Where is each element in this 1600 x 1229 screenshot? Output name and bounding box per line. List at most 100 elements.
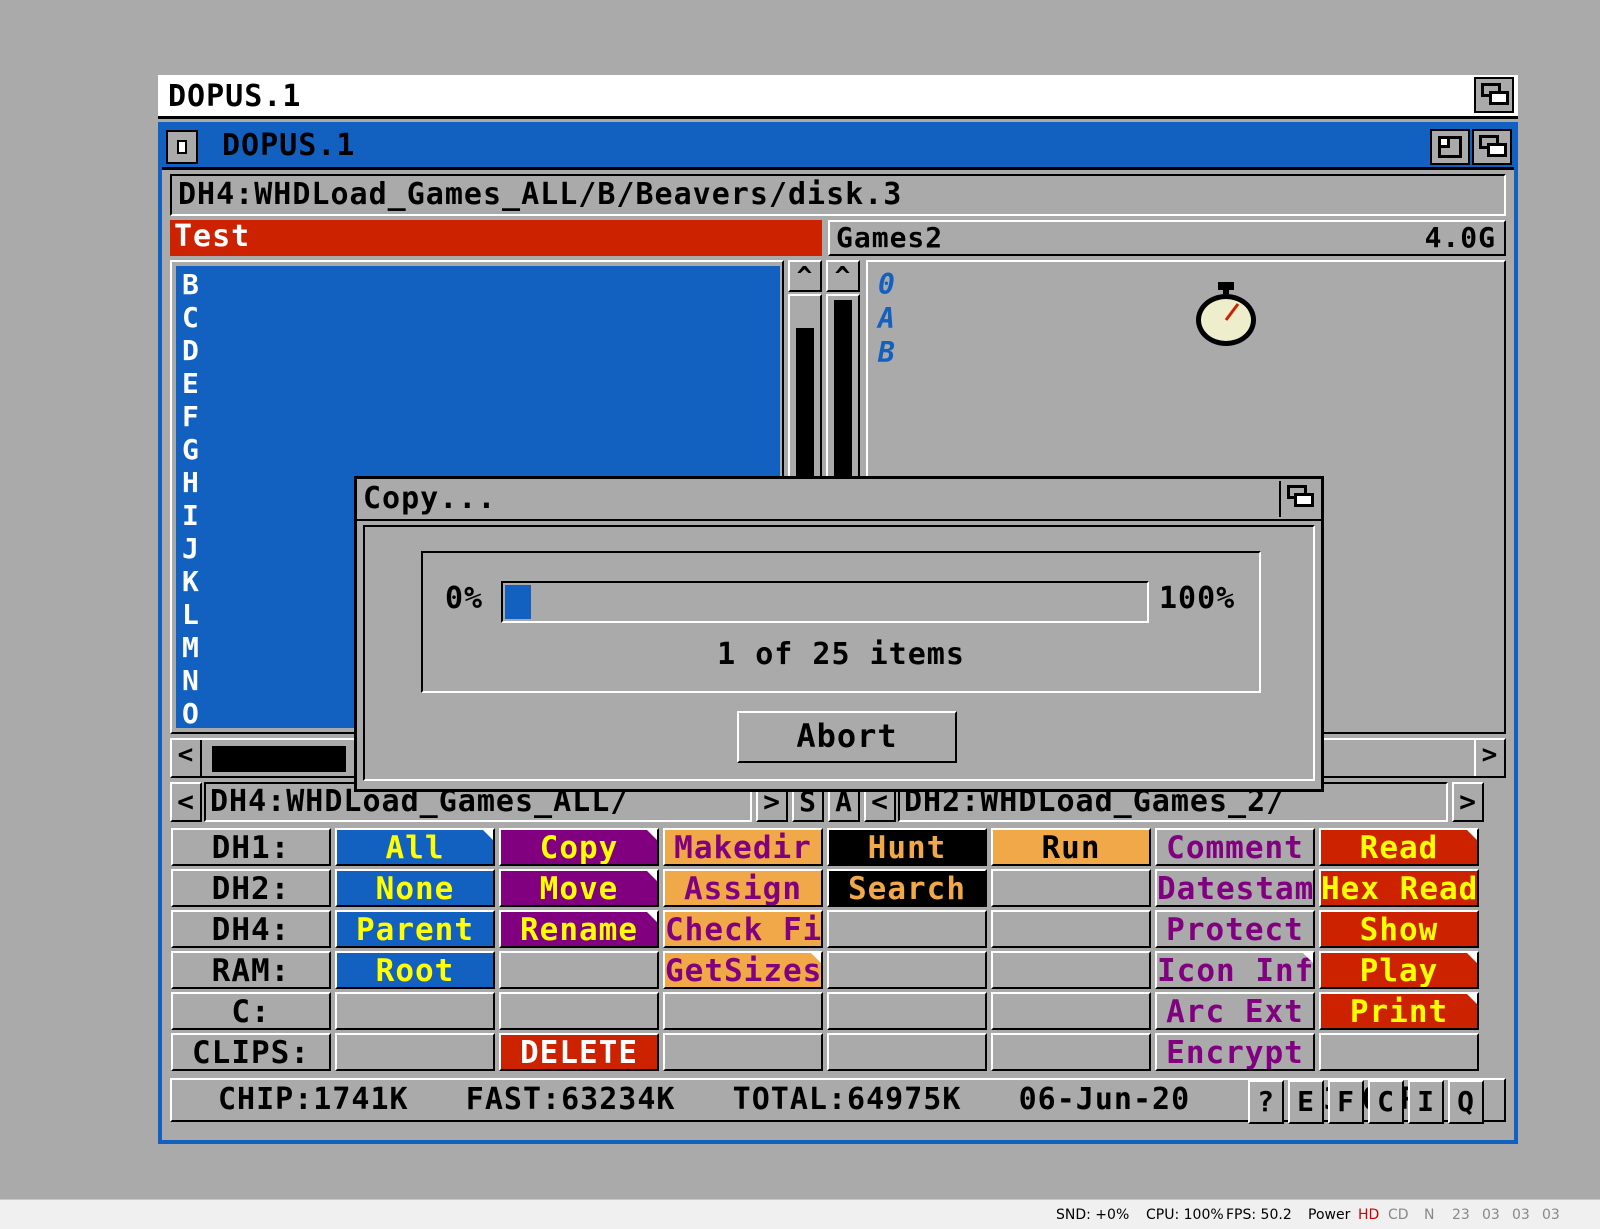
- all-button[interactable]: All: [335, 828, 495, 866]
- left-letter-item[interactable]: K: [182, 565, 202, 598]
- left-letter-item[interactable]: H: [182, 466, 202, 499]
- left-letter-item[interactable]: M: [182, 631, 202, 664]
- dh4-button[interactable]: DH4:: [171, 910, 331, 948]
- empty-2-4-button[interactable]: [499, 992, 659, 1030]
- print-button[interactable]: Print: [1319, 992, 1479, 1030]
- delete-button[interactable]: DELETE: [499, 1033, 659, 1071]
- left-letter-item[interactable]: I: [182, 499, 202, 532]
- empty-1-5-button[interactable]: [335, 1033, 495, 1071]
- check-fit-button[interactable]: Check Fit: [663, 910, 823, 948]
- status-i-button[interactable]: I: [1408, 1080, 1444, 1124]
- left-letter-item[interactable]: E: [182, 367, 202, 400]
- left-letter-item[interactable]: B: [182, 268, 202, 301]
- left-letter-item[interactable]: O: [182, 697, 202, 730]
- screen-title: DOPUS.1: [168, 79, 302, 114]
- zoom-gadget[interactable]: [1430, 129, 1470, 165]
- status-help-button[interactable]: ?: [1248, 1080, 1284, 1124]
- copy-dialog-title: Copy...: [363, 481, 497, 516]
- left-scroll-left-button[interactable]: <: [172, 740, 202, 776]
- abort-button[interactable]: Abort: [737, 711, 957, 763]
- empty-4-4-button[interactable]: [827, 992, 987, 1030]
- right-scroll-up-button[interactable]: ^: [826, 260, 860, 292]
- empty-4-2-button[interactable]: [827, 910, 987, 948]
- left-letter-item[interactable]: D: [182, 334, 202, 367]
- right-letter-item[interactable]: A: [878, 302, 896, 336]
- none-button[interactable]: None: [335, 869, 495, 907]
- right-scroll-right-button[interactable]: >: [1474, 740, 1504, 776]
- left-letter-item[interactable]: F: [182, 400, 202, 433]
- arc-ext-button[interactable]: Arc Ext: [1155, 992, 1315, 1030]
- close-icon: [177, 140, 187, 154]
- empty-5-5-button[interactable]: [991, 1033, 1151, 1071]
- empty-5-2-button[interactable]: [991, 910, 1151, 948]
- left-letter-item[interactable]: G: [182, 433, 202, 466]
- n-led: N: [1424, 1207, 1435, 1223]
- right-letter-item[interactable]: B: [878, 336, 896, 370]
- left-letter-item[interactable]: J: [182, 532, 202, 565]
- empty-5-1-button[interactable]: [991, 869, 1151, 907]
- right-horizontal-scrollbar[interactable]: >: [1298, 738, 1506, 778]
- screen-depth-gadget[interactable]: [1474, 77, 1514, 113]
- root-button[interactable]: Root: [335, 951, 495, 989]
- dh1-button[interactable]: DH1:: [171, 828, 331, 866]
- left-letter-item[interactable]: C: [182, 301, 202, 334]
- empty-4-3-button[interactable]: [827, 951, 987, 989]
- assign-button[interactable]: Assign: [663, 869, 823, 907]
- c-button[interactable]: C:: [171, 992, 331, 1030]
- empty-4-5-button[interactable]: [827, 1033, 987, 1071]
- clips-button[interactable]: CLIPS:: [171, 1033, 331, 1071]
- window-depth-gadget[interactable]: [1472, 129, 1512, 165]
- empty-5-3-button[interactable]: [991, 951, 1151, 989]
- left-panel-header[interactable]: Test: [170, 220, 822, 256]
- empty-5-4-button[interactable]: [991, 992, 1151, 1030]
- protect-button[interactable]: Protect: [1155, 910, 1315, 948]
- empty-1-4-button[interactable]: [335, 992, 495, 1030]
- copy-dialog-depth-gadget[interactable]: [1279, 481, 1319, 517]
- button-bank: DH1: DH2: DH4: RAM: C: CLIPS: All None Parent Roo…: [170, 828, 1506, 1076]
- left-letter-item[interactable]: L: [182, 598, 202, 631]
- dh2-button[interactable]: DH2:: [171, 869, 331, 907]
- empty-2-3-button[interactable]: [499, 951, 659, 989]
- right-panel-name: Games2: [836, 221, 944, 254]
- copy-button[interactable]: Copy: [499, 828, 659, 866]
- copy-dialog-title-bar[interactable]: Copy...: [357, 479, 1321, 521]
- left-scroll-up-button[interactable]: ^: [788, 260, 822, 292]
- empty-7-5-button[interactable]: [1319, 1033, 1479, 1071]
- status-q-button[interactable]: Q: [1448, 1080, 1484, 1124]
- left-letter-item[interactable]: N: [182, 664, 202, 697]
- run-button[interactable]: Run: [991, 828, 1151, 866]
- hunt-button[interactable]: Hunt: [827, 828, 987, 866]
- comment-button[interactable]: Comment: [1155, 828, 1315, 866]
- window-title-bar[interactable]: DOPUS.1: [162, 126, 1514, 170]
- icon-info-button[interactable]: Icon Info: [1155, 951, 1315, 989]
- makedir-button[interactable]: Makedir: [663, 828, 823, 866]
- read-button[interactable]: Read: [1319, 828, 1479, 866]
- ram-button[interactable]: RAM:: [171, 951, 331, 989]
- status-f-button[interactable]: F: [1328, 1080, 1364, 1124]
- getsizes-button[interactable]: GetSizes: [663, 951, 823, 989]
- encrypt-button[interactable]: Encrypt: [1155, 1033, 1315, 1071]
- status-c-button[interactable]: C: [1368, 1080, 1404, 1124]
- right-letter-item[interactable]: 0: [878, 268, 896, 302]
- status-bar: CHIP:1741K FAST:63234K TOTAL:64975K 06-J…: [170, 1078, 1506, 1124]
- play-button[interactable]: Play: [1319, 951, 1479, 989]
- right-path-forward-button[interactable]: >: [1452, 782, 1484, 822]
- empty-3-4-button[interactable]: [663, 992, 823, 1030]
- left-hscroll-knob[interactable]: [212, 746, 346, 772]
- left-letter-index[interactable]: BCDEFGHIJKLMNO: [182, 268, 202, 730]
- search-button[interactable]: Search: [827, 869, 987, 907]
- rename-button[interactable]: Rename: [499, 910, 659, 948]
- show-button[interactable]: Show: [1319, 910, 1479, 948]
- datestamp-button[interactable]: Datestamp: [1155, 869, 1315, 907]
- current-path-bar: DH4:WHDLoad_Games_ALL/B/Beavers/disk.3: [170, 174, 1506, 216]
- move-button[interactable]: Move: [499, 869, 659, 907]
- right-panel-header[interactable]: Games2 4.0G: [828, 220, 1506, 256]
- parent-button[interactable]: Parent: [335, 910, 495, 948]
- close-gadget[interactable]: [166, 130, 198, 164]
- drive-3-track: 03: [1542, 1207, 1560, 1223]
- empty-3-5-button[interactable]: [663, 1033, 823, 1071]
- left-path-back-button[interactable]: <: [170, 782, 202, 822]
- hex-read-button[interactable]: Hex Read: [1319, 869, 1479, 907]
- status-e-button[interactable]: E: [1288, 1080, 1324, 1124]
- right-letter-index[interactable]: 0AB: [878, 268, 896, 370]
